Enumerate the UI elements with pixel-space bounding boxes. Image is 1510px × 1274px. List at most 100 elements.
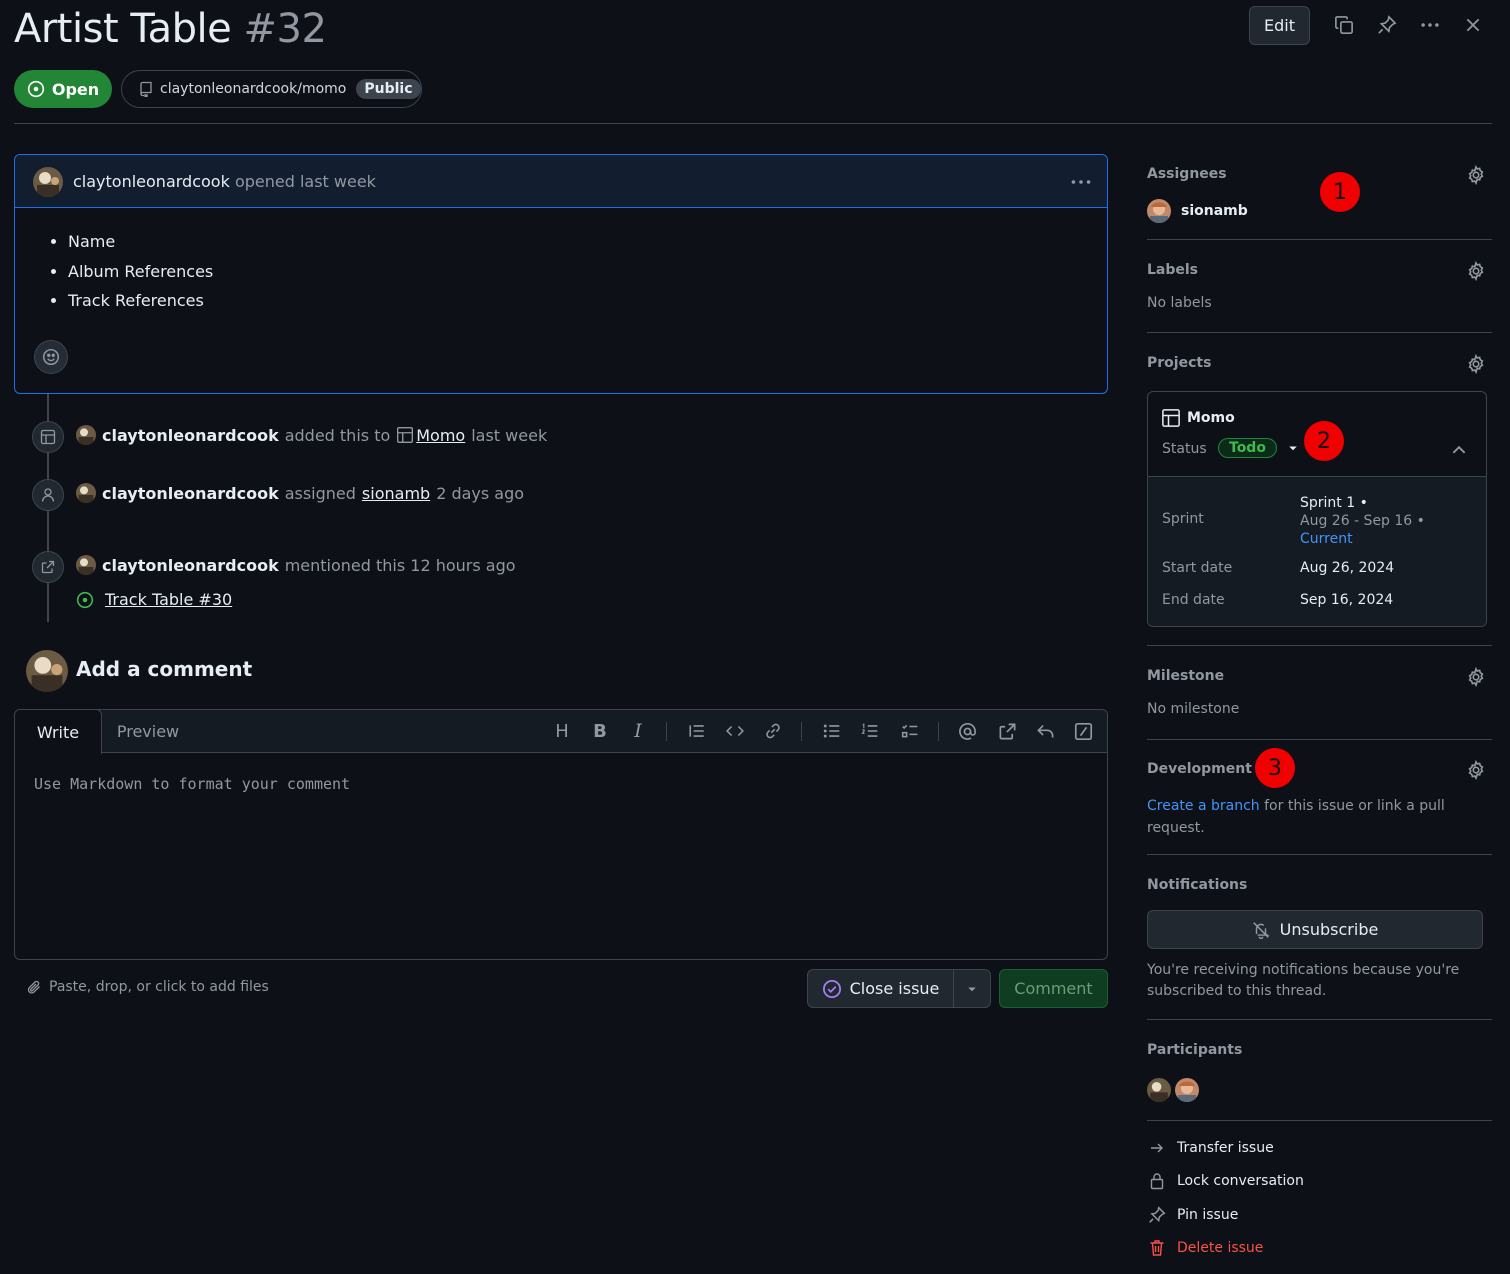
milestone-gear-icon[interactable] xyxy=(1465,666,1487,688)
more-options-icon[interactable] xyxy=(1419,14,1441,36)
participants-heading: Participants xyxy=(1147,1042,1243,1058)
trash-icon xyxy=(1147,1238,1167,1258)
pin-issue-label: Pin issue xyxy=(1177,1207,1239,1223)
copy-icon[interactable] xyxy=(1333,14,1355,36)
actor-avatar[interactable] xyxy=(76,483,96,503)
lock-icon xyxy=(1147,1171,1167,1191)
list-item: Album References xyxy=(68,257,1107,287)
add-reaction-button[interactable] xyxy=(34,340,68,374)
no-milestone-text: No milestone xyxy=(1147,701,1240,717)
actor-avatar[interactable] xyxy=(76,555,96,575)
timeline-event-project: claytonleonardcook added this to Momo la… xyxy=(76,425,547,445)
comment-textarea[interactable] xyxy=(15,753,1107,959)
start-date-value[interactable]: Aug 26, 2024 xyxy=(1300,560,1394,576)
task-list-icon[interactable] xyxy=(899,720,921,742)
bullet-list-icon[interactable] xyxy=(821,720,843,742)
pin-issue-action[interactable]: Pin issue xyxy=(1147,1205,1238,1225)
referenced-issue-link[interactable]: Track Table #30 xyxy=(105,590,232,609)
comment-submit-button[interactable]: Comment xyxy=(999,969,1108,1008)
repo-name: claytonleonardcook/momo xyxy=(160,81,347,97)
tab-preview[interactable]: Preview xyxy=(103,710,193,753)
issue-open-icon xyxy=(27,80,45,98)
toolbar-separator xyxy=(938,722,939,741)
lock-conversation-label: Lock conversation xyxy=(1177,1173,1304,1189)
file-attach-hint[interactable]: Paste, drop, or click to add files xyxy=(26,979,269,995)
annotation-marker-2: 2 xyxy=(1304,421,1344,461)
event-time: 2 days ago xyxy=(436,483,525,503)
issue-number: #32 xyxy=(243,6,327,52)
event-actor[interactable]: claytonleonardcook xyxy=(102,556,279,575)
slash-commands-icon[interactable] xyxy=(1072,720,1094,742)
annotation-marker-1: 1 xyxy=(1320,172,1360,212)
tab-write[interactable]: Write xyxy=(15,710,102,754)
unsubscribe-button[interactable]: Unsubscribe xyxy=(1147,910,1483,949)
comment-more-icon[interactable] xyxy=(1070,171,1092,193)
caret-down-icon xyxy=(966,983,978,995)
visibility-badge: Public xyxy=(356,79,421,99)
close-options-dropdown[interactable] xyxy=(954,970,990,1007)
comment-meta: opened last week xyxy=(234,172,376,191)
event-actor[interactable]: claytonleonardcook xyxy=(102,426,279,445)
italic-icon[interactable]: I xyxy=(627,720,649,742)
heading-icon[interactable]: H xyxy=(551,720,573,742)
status-label: Status xyxy=(1162,441,1207,457)
toolbar-separator xyxy=(666,722,667,741)
assignee-entry[interactable]: sionamb xyxy=(1147,199,1248,223)
mention-icon[interactable] xyxy=(956,720,978,742)
labels-gear-icon[interactable] xyxy=(1465,260,1487,282)
comment-header: claytonleonardcook opened last week xyxy=(15,155,1107,208)
list-item: Track References xyxy=(68,286,1107,316)
close-issue-button-group: Close issue xyxy=(807,969,991,1008)
sprint-label: Sprint xyxy=(1162,511,1204,527)
sidebar-divider xyxy=(1147,239,1492,240)
actor-avatar[interactable] xyxy=(76,425,96,445)
create-branch-link[interactable]: Create a branch xyxy=(1147,798,1260,814)
status-field[interactable]: Todo xyxy=(1218,438,1299,458)
transfer-issue-label: Transfer issue xyxy=(1177,1140,1274,1156)
end-date-label: End date xyxy=(1162,592,1225,608)
project-title[interactable]: Momo xyxy=(1161,408,1235,428)
projects-gear-icon[interactable] xyxy=(1465,353,1487,375)
event-time: last week xyxy=(471,425,548,445)
comment-byline: claytonleonardcook opened last week xyxy=(73,172,376,191)
code-icon[interactable] xyxy=(724,720,746,742)
reply-icon[interactable] xyxy=(1034,720,1056,742)
referenced-issue[interactable]: Track Table #30 xyxy=(76,590,232,609)
project-link[interactable]: Momo xyxy=(416,426,465,445)
annotation-marker-3: 3 xyxy=(1255,748,1295,788)
close-icon[interactable] xyxy=(1462,14,1484,36)
reference-icon[interactable] xyxy=(996,720,1018,742)
pin-icon[interactable] xyxy=(1376,14,1398,36)
bold-icon[interactable]: B xyxy=(589,720,611,742)
repo-link[interactable]: claytonleonardcook/momo Public xyxy=(121,70,422,108)
development-gear-icon[interactable] xyxy=(1465,759,1487,781)
status-badge-open: Open xyxy=(14,70,112,108)
editor-toolbar: Write Preview H B I xyxy=(15,710,1107,754)
comment-body: Name Album References Track References xyxy=(15,227,1107,316)
transfer-issue-action[interactable]: Transfer issue xyxy=(1147,1138,1274,1158)
sprint-value[interactable]: Sprint 1 • Aug 26 - Sep 16 • Current xyxy=(1300,494,1425,548)
lock-conversation-action[interactable]: Lock conversation xyxy=(1147,1171,1304,1191)
link-icon[interactable] xyxy=(762,720,784,742)
participant-avatar[interactable] xyxy=(1175,1078,1199,1102)
close-issue-button[interactable]: Close issue xyxy=(808,970,954,1007)
delete-issue-action[interactable]: Delete issue xyxy=(1147,1238,1263,1258)
assignees-heading: Assignees xyxy=(1147,166,1227,182)
participant-avatar[interactable] xyxy=(1147,1078,1171,1102)
author-avatar[interactable] xyxy=(33,167,63,197)
check-circle-icon xyxy=(822,979,842,999)
timeline-event-assigned: claytonleonardcook assigned sionamb 2 da… xyxy=(76,483,524,503)
assignees-gear-icon[interactable] xyxy=(1465,164,1487,186)
sidebar-divider xyxy=(1147,332,1492,333)
notifications-heading: Notifications xyxy=(1147,877,1248,893)
assignee-link[interactable]: sionamb xyxy=(362,484,430,503)
end-date-value[interactable]: Sep 16, 2024 xyxy=(1300,592,1393,608)
numbered-list-icon[interactable] xyxy=(859,720,881,742)
comment-author[interactable]: claytonleonardcook xyxy=(73,172,230,191)
table-icon xyxy=(32,421,64,453)
edit-button[interactable]: Edit xyxy=(1249,6,1310,45)
chevron-up-icon[interactable] xyxy=(1450,441,1468,459)
event-text: assigned xyxy=(284,483,356,503)
quote-icon[interactable] xyxy=(686,720,708,742)
event-actor[interactable]: claytonleonardcook xyxy=(102,484,279,503)
